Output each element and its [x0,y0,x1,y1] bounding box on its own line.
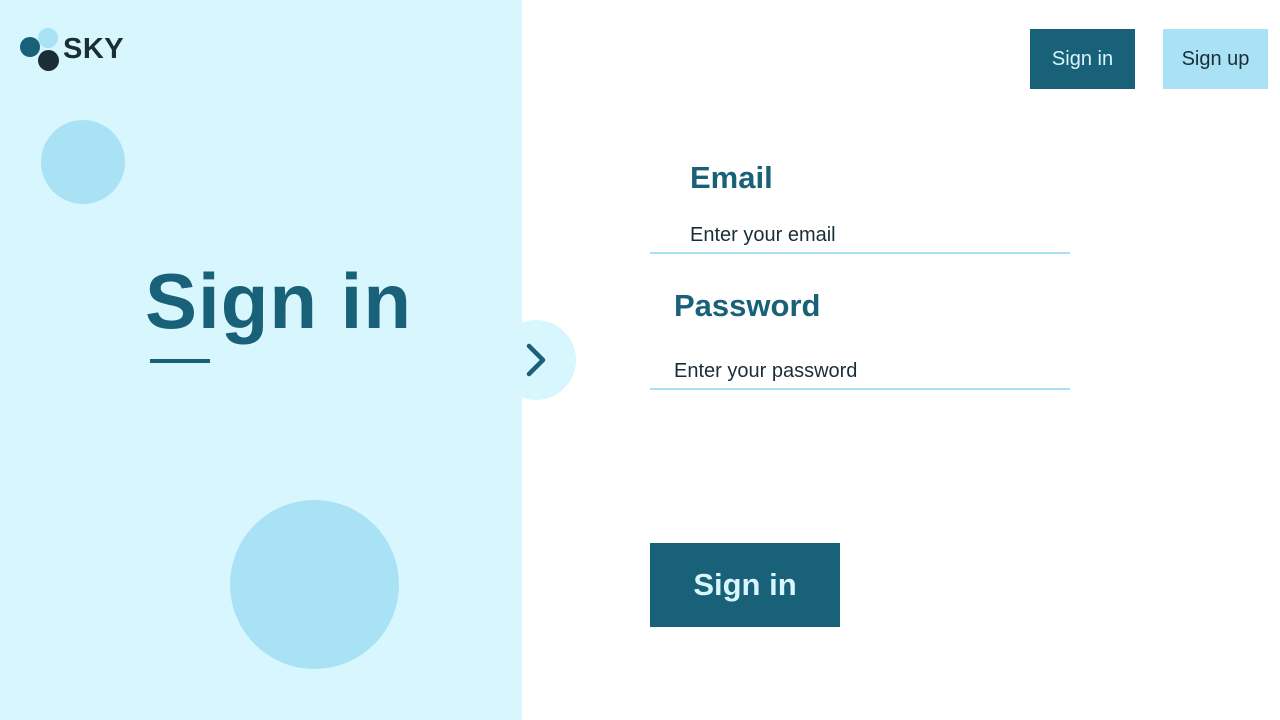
chevron-right-icon [526,343,546,377]
logo-dot [20,37,40,57]
signin-submit-button[interactable]: Sign in [650,543,840,627]
header-signin-button[interactable]: Sign in [1030,29,1135,89]
logo[interactable]: SKY [18,26,138,76]
hero-underline [150,359,210,363]
next-arrow-button[interactable] [496,320,576,400]
logo-dots-icon [18,26,62,74]
email-field[interactable] [650,218,1070,254]
left-panel: SKY Sign in [0,0,522,720]
decorative-circle-small [41,120,125,204]
password-label: Password [674,288,821,323]
hero-title: Sign in [145,257,412,345]
header-signup-button[interactable]: Sign up [1163,29,1268,89]
logo-text: SKY [63,33,125,65]
email-label: Email [690,160,773,195]
password-field[interactable] [650,354,1070,390]
logo-dot [38,28,58,48]
decorative-circle-large [230,500,399,669]
logo-dot [38,50,59,71]
signin-page: SKY Sign in Sign in Sign up Email Passwo… [0,0,1280,720]
